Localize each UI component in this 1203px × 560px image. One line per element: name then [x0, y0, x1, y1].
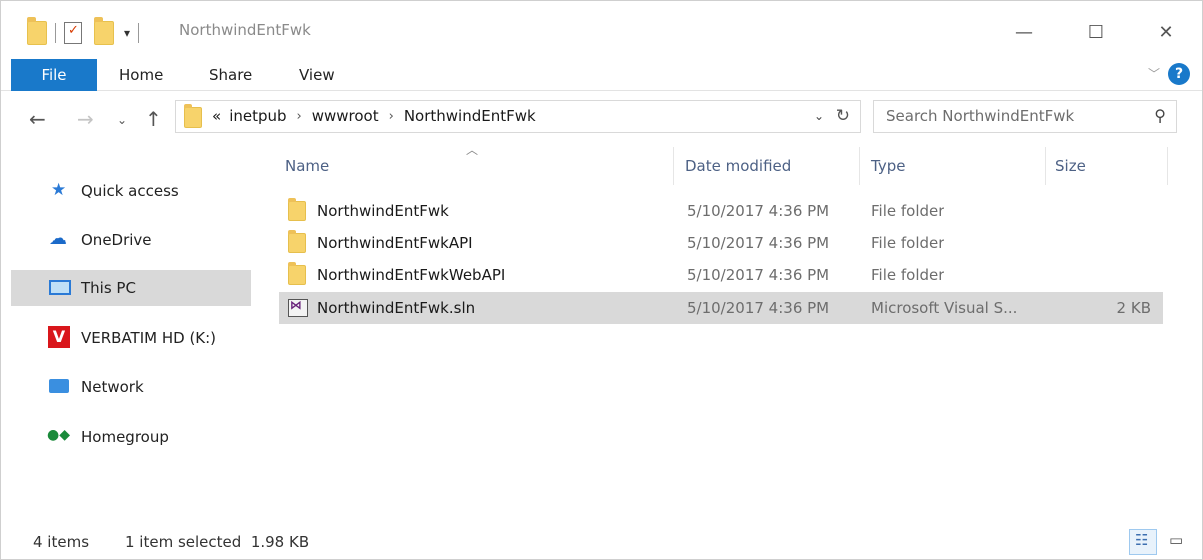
nav-item-network[interactable]: Network	[11, 369, 251, 405]
details-view-icon: ☷	[1135, 531, 1149, 549]
forward-arrow-icon[interactable]: →	[77, 107, 94, 131]
folder-icon	[288, 262, 306, 285]
minimize-button[interactable]: —	[1009, 19, 1039, 47]
separator	[138, 23, 140, 43]
navigation-pane: ★ Quick access ☁ OneDrive This PC V VERB…	[1, 141, 259, 525]
back-arrow-icon[interactable]: ←	[29, 107, 46, 131]
new-folder-icon[interactable]	[94, 17, 114, 45]
file-name: NorthwindEntFwk.sln	[317, 299, 476, 317]
location-folder-icon	[184, 104, 202, 128]
column-divider[interactable]	[1167, 147, 1168, 185]
nav-item-verbatim-drive[interactable]: V VERBATIM HD (K:)	[11, 320, 251, 356]
nav-item-label: Network	[81, 378, 144, 396]
search-box[interactable]: ⚲	[873, 100, 1177, 133]
breadcrumb-northwindentfwk[interactable]: NorthwindEntFwk	[404, 107, 536, 125]
large-icons-view-button[interactable]: ▭	[1163, 529, 1191, 555]
file-name: NorthwindEntFwkWebAPI	[317, 266, 506, 284]
column-header-size[interactable]: Size	[1055, 141, 1086, 191]
column-divider[interactable]	[859, 147, 860, 185]
file-row-northwindentfwk[interactable]: NorthwindEntFwk 5/10/2017 4:36 PM File f…	[279, 195, 1163, 227]
expand-ribbon-chevron-icon[interactable]: ﹀	[1148, 65, 1160, 82]
breadcrumb-overflow[interactable]: «	[212, 107, 221, 125]
recent-locations-chevron-icon[interactable]: ⌄	[117, 113, 127, 127]
status-bar: 4 items 1 item selected 1.98 KB ☷ ▭	[1, 525, 1202, 560]
file-date-modified: 5/10/2017 4:36 PM	[687, 266, 830, 284]
breadcrumb-separator[interactable]: ›	[389, 109, 394, 124]
drive-icon: V	[48, 326, 70, 348]
navigation-bar: ← → ⌄ ↑ « inetpub › wwwroot › NorthwindE…	[1, 97, 1202, 141]
file-name: NorthwindEntFwk	[317, 202, 449, 220]
star-icon: ★	[51, 180, 67, 200]
nav-item-quick-access[interactable]: ★ Quick access	[11, 173, 251, 209]
file-list: ︿ Name Date modified Type Size Northwind…	[259, 141, 1203, 525]
column-header-type[interactable]: Type	[871, 141, 905, 191]
breadcrumb-separator[interactable]: ›	[297, 109, 302, 124]
tab-file[interactable]: File	[11, 59, 97, 91]
address-bar[interactable]: « inetpub › wwwroot › NorthwindEntFwk ⌄ …	[175, 100, 861, 133]
file-name: NorthwindEntFwkAPI	[317, 234, 473, 252]
refresh-icon[interactable]: ↻	[836, 106, 850, 126]
address-history-dropdown-icon[interactable]: ⌄	[814, 109, 824, 123]
up-arrow-icon[interactable]: ↑	[145, 107, 162, 131]
file-type: File folder	[871, 234, 945, 252]
tab-view[interactable]: View	[299, 59, 335, 91]
sort-ascending-icon: ︿	[466, 143, 479, 157]
file-type: File folder	[871, 266, 945, 284]
search-icon[interactable]: ⚲	[1154, 106, 1166, 125]
file-date-modified: 5/10/2017 4:36 PM	[687, 299, 830, 317]
quick-access-toolbar: ▾	[27, 17, 147, 47]
title-bar: ▾ NorthwindEntFwk — ☐ ✕	[1, 1, 1202, 59]
nav-item-this-pc[interactable]: This PC	[11, 270, 251, 306]
close-button[interactable]: ✕	[1151, 19, 1181, 47]
help-icon[interactable]: ?	[1168, 63, 1190, 85]
homegroup-icon: ●◆	[47, 427, 70, 443]
breadcrumb-wwwroot[interactable]: wwwroot	[312, 107, 379, 125]
file-explorer-window: ▾ NorthwindEntFwk — ☐ ✕ File Home Share …	[0, 0, 1203, 560]
column-divider[interactable]	[673, 147, 674, 185]
file-date-modified: 5/10/2017 4:36 PM	[687, 202, 830, 220]
nav-item-label: OneDrive	[81, 231, 152, 249]
tab-home[interactable]: Home	[119, 59, 163, 91]
column-header-name[interactable]: Name	[285, 141, 329, 191]
file-type: Microsoft Visual S...	[871, 299, 1018, 317]
file-size: 2 KB	[1116, 299, 1151, 317]
column-divider[interactable]	[1045, 147, 1046, 185]
item-count: 4 items	[33, 533, 90, 551]
folder-icon	[288, 230, 306, 253]
tab-share[interactable]: Share	[209, 59, 252, 91]
network-icon	[49, 379, 69, 393]
separator	[55, 23, 56, 43]
nav-item-label: VERBATIM HD (K:)	[81, 329, 217, 347]
file-type: File folder	[871, 202, 945, 220]
folder-icon	[27, 17, 47, 45]
nav-item-onedrive[interactable]: ☁ OneDrive	[11, 222, 251, 258]
file-row-northwindentfwkwebapi[interactable]: NorthwindEntFwkWebAPI 5/10/2017 4:36 PM …	[279, 259, 1163, 291]
maximize-button[interactable]: ☐	[1081, 19, 1111, 47]
breadcrumb-inetpub[interactable]: inetpub	[229, 107, 286, 125]
cloud-icon: ☁	[49, 228, 67, 249]
nav-item-label: This PC	[81, 279, 136, 297]
visual-studio-solution-icon	[288, 298, 308, 317]
breadcrumb: « inetpub › wwwroot › NorthwindEntFwk	[212, 107, 536, 125]
file-date-modified: 5/10/2017 4:36 PM	[687, 234, 830, 252]
properties-icon[interactable]	[64, 22, 82, 44]
selection-info: 1 item selected 1.98 KB	[125, 533, 310, 551]
search-input[interactable]	[886, 107, 1136, 125]
file-row-northwindentfwkapi[interactable]: NorthwindEntFwkAPI 5/10/2017 4:36 PM Fil…	[279, 227, 1163, 259]
file-row-northwindentfwk-sln[interactable]: NorthwindEntFwk.sln 5/10/2017 4:36 PM Mi…	[279, 292, 1163, 324]
nav-item-label: Homegroup	[81, 428, 169, 446]
nav-item-homegroup[interactable]: ●◆ Homegroup	[11, 419, 251, 455]
column-header-date-modified[interactable]: Date modified	[685, 141, 791, 191]
details-view-button[interactable]: ☷	[1129, 529, 1157, 555]
folder-icon	[288, 198, 306, 221]
nav-item-label: Quick access	[81, 182, 179, 200]
window-title: NorthwindEntFwk	[179, 21, 311, 39]
customize-toolbar-dropdown-icon[interactable]: ▾	[124, 26, 130, 40]
ribbon-tabs: File Home Share View ﹀ ?	[1, 59, 1202, 91]
large-icons-view-icon: ▭	[1169, 531, 1184, 549]
computer-icon	[49, 280, 71, 295]
